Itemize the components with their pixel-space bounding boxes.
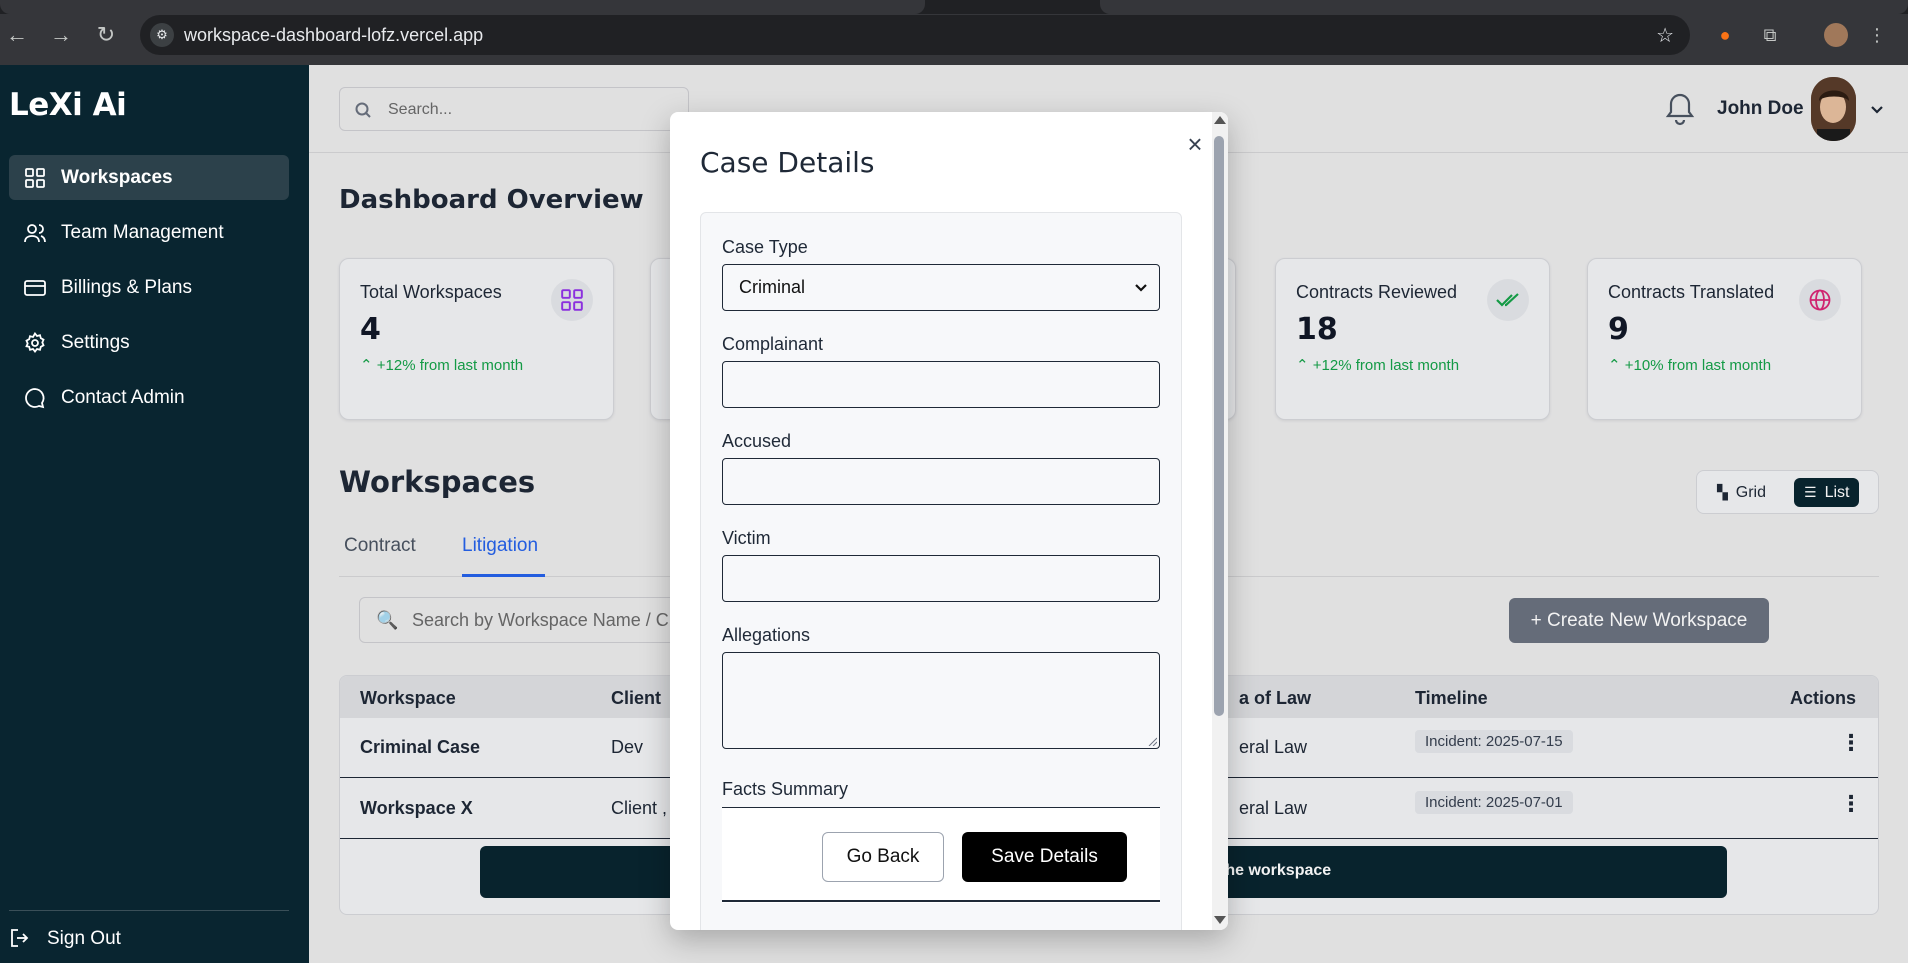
chat-icon [23, 386, 47, 410]
scroll-down-icon[interactable] [1214, 916, 1226, 924]
tab-strip [0, 0, 1908, 14]
grid-icon [23, 166, 47, 190]
case-type-value: Criminal [739, 277, 806, 297]
sidebar-item-contact-admin[interactable]: Contact Admin [9, 375, 289, 420]
logout-icon [9, 927, 33, 951]
facts-summary-field-edge [722, 900, 1160, 902]
sidebar-divider [9, 910, 289, 911]
sign-out-label: Sign Out [47, 928, 121, 949]
chevron-down-icon [1135, 284, 1147, 292]
scrollbar-thumb[interactable] [1214, 136, 1224, 716]
victim-field[interactable] [722, 555, 1160, 602]
gear-icon [23, 331, 47, 355]
app-logo: LeXi Ai [9, 87, 127, 123]
browser-tab[interactable] [1100, 0, 1908, 14]
browser-toolbar: ← → ↻ ⚙ workspace-dashboard-lofz.vercel.… [0, 0, 1908, 65]
resize-handle-icon[interactable] [1147, 736, 1157, 746]
case-type-label: Case Type [722, 237, 808, 257]
allegations-textarea[interactable] [722, 652, 1160, 749]
complainant-label: Complainant [722, 334, 824, 354]
browser-tab[interactable] [0, 0, 925, 14]
modal-title: Case Details [700, 146, 875, 179]
sidebar-item-label: Settings [61, 331, 130, 353]
sidebar-item-label: Team Management [61, 221, 224, 243]
forward-icon[interactable]: → [48, 22, 74, 48]
users-icon [23, 221, 47, 245]
back-icon[interactable]: ← [4, 22, 30, 48]
sidebar-item-workspaces[interactable]: Workspaces [9, 155, 289, 200]
sidebar-item-team-management[interactable]: Team Management [9, 210, 289, 255]
scroll-up-icon[interactable] [1214, 116, 1226, 124]
card-icon [23, 276, 47, 300]
case-type-select[interactable]: Criminal [722, 264, 1160, 311]
sidebar: LeXi Ai Workspaces Team Management Billi… [0, 65, 309, 963]
extension-icon[interactable]: ● [1712, 22, 1738, 48]
facts-summary-label: Facts Summary [722, 779, 849, 799]
url-text: workspace-dashboard-lofz.vercel.app [184, 25, 484, 45]
save-details-button[interactable]: Save Details [962, 832, 1127, 882]
accused-label: Accused [722, 431, 792, 451]
sidebar-item-settings[interactable]: Settings [9, 320, 289, 365]
sidebar-item-label: Billings & Plans [61, 276, 192, 298]
accused-field[interactable] [722, 458, 1160, 505]
puzzle-icon[interactable]: ⧉ [1757, 22, 1783, 48]
complainant-field[interactable] [722, 361, 1160, 408]
sidebar-item-billings[interactable]: Billings & Plans [9, 265, 289, 310]
go-back-button[interactable]: Go Back [822, 832, 944, 882]
allegations-label: Allegations [722, 625, 811, 645]
profile-icon[interactable] [1823, 22, 1849, 48]
modal-footer: Go Back Save Details [722, 807, 1160, 903]
sign-out-button[interactable]: Sign Out [9, 927, 121, 951]
bookmark-star-icon[interactable]: ☆ [1656, 23, 1674, 48]
sidebar-item-label: Workspaces [61, 166, 173, 188]
case-details-modal: Case Details × Case Type Criminal Compla… [670, 112, 1228, 930]
site-settings-icon[interactable]: ⚙ [150, 23, 174, 47]
reload-icon[interactable]: ↻ [93, 22, 119, 48]
victim-label: Victim [722, 528, 771, 548]
browser-menu-icon[interactable]: ⋮ [1864, 22, 1890, 48]
close-icon[interactable]: × [1183, 131, 1207, 157]
sidebar-item-label: Contact Admin [61, 386, 185, 408]
address-bar[interactable]: ⚙ workspace-dashboard-lofz.vercel.app ☆ [140, 15, 1690, 55]
